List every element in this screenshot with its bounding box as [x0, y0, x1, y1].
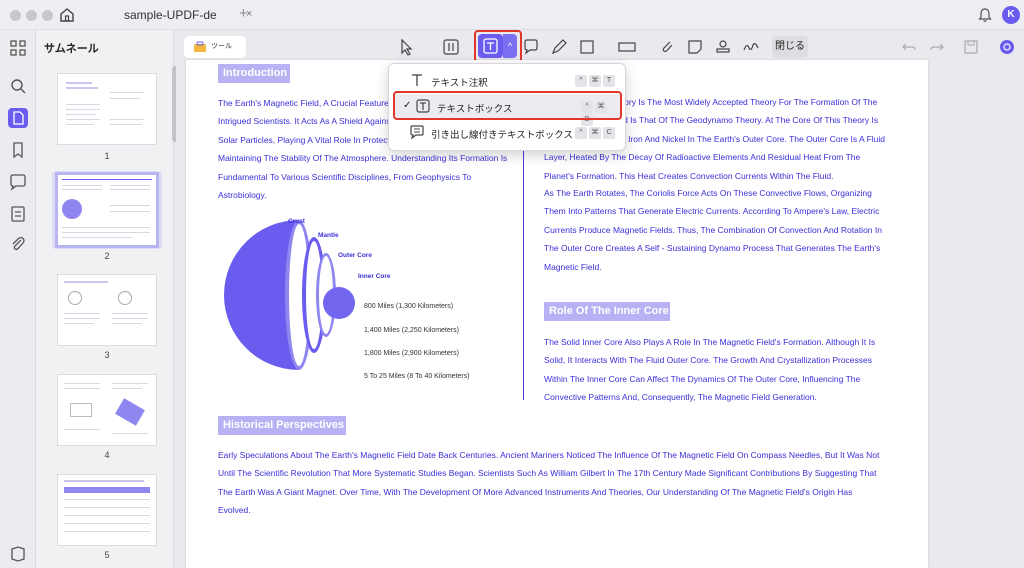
historical-heading: Historical Perspectives: [218, 416, 346, 435]
thumbnail-page-3[interactable]: [58, 275, 156, 345]
column-divider: [523, 128, 524, 400]
zoom-window-button[interactable]: [42, 10, 53, 21]
crust-label: Crust: [288, 218, 305, 225]
distance-label-1: 800 Miles (1,300 Kilometers): [364, 303, 454, 310]
measure-icon[interactable]: [616, 36, 638, 58]
edit-mode-icon[interactable]: [8, 108, 28, 128]
close-window-button[interactable]: [10, 10, 21, 21]
tools-label: ツール: [211, 43, 232, 50]
distance-label-2: 1,400 Miles (2,250 Kilometers): [364, 327, 459, 334]
thumbnails-title: サムネール: [44, 43, 99, 55]
comment-icon[interactable]: [8, 172, 28, 192]
thumbnail-number: 4: [104, 450, 110, 460]
tab-title: sample-UPDF-de: [124, 8, 217, 22]
minimize-window-button[interactable]: [26, 10, 37, 21]
chevron-up-icon[interactable]: ^: [503, 34, 517, 58]
callout-text-icon: [410, 125, 424, 140]
thumbnail-number: 3: [104, 350, 110, 360]
title-bar: sample-UPDF-de × + K: [0, 0, 1024, 30]
save-icon[interactable]: [962, 38, 980, 56]
close-toolbar-button[interactable]: 閉じる: [772, 36, 808, 58]
tools-button[interactable]: ツール: [184, 36, 246, 58]
text-box-icon: [483, 38, 498, 54]
callout-icon[interactable]: [520, 36, 542, 58]
earth-layers-diagram: [224, 220, 355, 370]
left-rail: [0, 30, 36, 568]
menu-item-label: 引き出し線付きテキストボックス: [431, 130, 573, 141]
paperclip-icon[interactable]: [656, 36, 678, 58]
document-tools: [900, 38, 1018, 56]
thumbnail-page-4[interactable]: [58, 375, 156, 445]
mantle-label: Mantle: [318, 232, 339, 239]
signature-icon[interactable]: [740, 36, 762, 58]
thumbnail-number: 5: [104, 550, 110, 560]
inner-core-label: Inner Core: [358, 273, 391, 280]
attachment-icon[interactable]: [8, 234, 28, 254]
thumbnails-grid-icon[interactable]: [8, 38, 28, 58]
distance-label-4: 5 To 25 Miles (8 To 40 Kilometers): [364, 373, 470, 380]
sticker-icon[interactable]: [684, 36, 706, 58]
shortcut-keys: ^ ⌘ C: [575, 126, 617, 139]
search-icon[interactable]: [8, 76, 28, 96]
menu-item-callout-text-box[interactable]: 引き出し線付きテキストボックス ^ ⌘ C: [389, 120, 627, 146]
avatar[interactable]: K: [1002, 6, 1020, 24]
home-icon[interactable]: [58, 6, 76, 24]
historical-paragraph: Early Speculations About The Earth's Mag…: [218, 450, 880, 516]
bookmark-icon[interactable]: [8, 140, 28, 160]
select-pointer-icon[interactable]: [396, 36, 418, 58]
ai-assistant-icon[interactable]: [998, 38, 1016, 56]
thumbnails-panel: サムネール 1 2 3 4 5: [36, 30, 174, 568]
menu-item-label: テキスト注釈: [431, 78, 488, 89]
distance-label-3: 1,800 Miles (2,900 Kilometers): [364, 350, 459, 357]
thumbnail-page-1[interactable]: [58, 74, 156, 144]
layers-icon[interactable]: [8, 544, 28, 564]
new-tab-button[interactable]: +: [239, 5, 248, 22]
annotation-toolbar: 閉じる: [392, 36, 812, 58]
thumbnail-number: 2: [104, 251, 110, 261]
coriolis-paragraph: As The Earth Rotates, The Coriolis Force…: [544, 188, 882, 272]
toolbox-icon: [194, 41, 206, 52]
text-note-icon: [412, 74, 422, 86]
text-box-tool-button[interactable]: [478, 34, 503, 58]
inner-core-heading: Role Of The Inner Core: [544, 302, 670, 321]
pencil-icon[interactable]: [548, 36, 570, 58]
stamp-icon[interactable]: [712, 36, 734, 58]
outer-core-label: Outer Core: [338, 252, 372, 259]
redo-icon[interactable]: [928, 38, 946, 56]
rectangle-icon[interactable]: [576, 36, 598, 58]
inner-core-paragraph: The Solid Inner Core Also Plays A Role I…: [544, 337, 876, 403]
shortcut-keys: ^ ⌘ T: [575, 74, 617, 87]
text-edit-icon[interactable]: [440, 36, 462, 58]
thumbnail-page-5[interactable]: [58, 475, 156, 545]
thumbnail-number: 1: [104, 151, 110, 161]
undo-icon[interactable]: [900, 38, 918, 56]
thumbnail-page-2[interactable]: [58, 175, 156, 245]
menu-highlight-box: [393, 91, 622, 120]
bell-icon[interactable]: [978, 7, 992, 23]
form-icon[interactable]: [8, 204, 28, 224]
intro-heading: Introduction: [218, 64, 290, 83]
